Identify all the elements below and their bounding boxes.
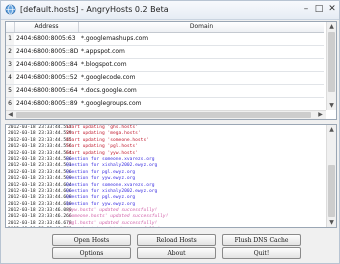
open-hosts-button[interactable]: Open Hosts: [52, 234, 131, 246]
row-address: 2404:6800:8005:63: [16, 35, 76, 42]
column-header-address[interactable]: Address: [15, 22, 79, 32]
row-index: 5: [6, 85, 14, 97]
table-header: Address Domain: [6, 22, 324, 33]
log-vertical-scrollbar[interactable]: ▲ ▼: [326, 125, 336, 227]
row-domain: *.googlecode.com: [81, 74, 136, 81]
options-button[interactable]: Options: [52, 247, 131, 259]
row-domain: *.googlegroups.com: [81, 100, 142, 107]
log-output[interactable]: 2012-03-18 23:33:44.513 Start updating 'g…: [5, 124, 337, 228]
log-timestamp: 2012-03-18 23:33:44.513: [8, 125, 72, 130]
scroll-thumb[interactable]: [328, 32, 335, 92]
scroll-thumb[interactable]: [328, 165, 335, 217]
log-timestamp: 2012-03-18 23:33:44.610: [8, 201, 72, 207]
log-timestamp: 2012-03-18 23:33:44.545: [8, 137, 72, 143]
log-timestamp: 2012-03-18 23:33:46.266: [8, 214, 72, 220]
globe-icon: [5, 4, 16, 15]
log-timestamp: 2012-03-18 23:33:44.556: [8, 144, 72, 150]
about-button[interactable]: About: [137, 247, 216, 259]
table-row[interactable]: 1 2404:6800:8005:63 *.googlemashups.com: [6, 33, 324, 46]
log-timestamp: 2012-03-18 23:33:44.591: [8, 163, 72, 169]
table-row[interactable]: 5 2404:6800:8005::64 *.docs.google.com: [6, 85, 324, 98]
window-title: [default.hosts] - AngryHosts 0.2 Beta: [20, 5, 169, 14]
close-button[interactable]: ✕: [327, 3, 337, 15]
scroll-up-icon[interactable]: ▲: [327, 22, 336, 31]
log-message: 'mega.hosts' updated successfully!: [66, 227, 160, 228]
reload-hosts-button[interactable]: Reload Hosts: [137, 234, 216, 246]
row-address: 2404:6800:8005::84: [16, 61, 78, 68]
row-index: 3: [6, 59, 14, 71]
row-domain: *.docs.google.com: [81, 87, 137, 94]
log-timestamp: 2012-03-18 23:33:44.586: [8, 156, 72, 162]
log-timestamp: 2012-03-18 23:33:44.564: [8, 150, 72, 156]
table-body: 1 2404:6800:8005:63 *.googlemashups.com 2 24…: [6, 33, 324, 119]
log-timestamp: 2012-03-18 23:33:46.678: [8, 220, 72, 226]
row-domain: *.blogspot.com: [81, 61, 127, 68]
scroll-right-icon[interactable]: ▶: [316, 111, 325, 119]
maximize-button[interactable]: □: [314, 3, 324, 15]
row-domain: *.appspot.com: [81, 48, 125, 55]
row-address: 2404:6800:8005::89: [16, 100, 78, 107]
scroll-left-icon[interactable]: ◀: [6, 111, 15, 119]
log-lines: 2012-03-18 23:33:44.513 Start updating 'g…: [8, 125, 326, 228]
flush-dns-cache-button[interactable]: Flush DNS Cache: [222, 234, 301, 246]
row-index: 2: [6, 46, 14, 58]
table-horizontal-scrollbar[interactable]: ◀ ▶: [6, 110, 326, 119]
hosts-table[interactable]: Address Domain 1 2404:6800:8005:63 *.googl…: [5, 21, 337, 120]
scroll-up-icon[interactable]: ▲: [327, 125, 336, 134]
table-row[interactable]: 3 2404:6800:8005::84 *.blogspot.com: [6, 59, 324, 72]
log-timestamp: 2012-03-18 23:33:46.780: [8, 227, 72, 228]
row-index: 1: [6, 33, 14, 45]
quit-button[interactable]: Quit!: [222, 247, 301, 259]
log-timestamp: 2012-03-18 23:33:46.080: [8, 208, 72, 214]
app-window: [default.hosts] - AngryHosts 0.2 Beta – …: [0, 0, 340, 264]
row-address: 2404:6800:8005::64: [16, 87, 78, 94]
table-vertical-scrollbar[interactable]: ▲ ▼: [326, 22, 336, 110]
row-index: 6: [6, 98, 14, 110]
table-row[interactable]: 4 2404:6800:8005::52 *.googlecode.com: [6, 72, 324, 85]
minimize-button[interactable]: –: [301, 3, 311, 15]
scroll-thumb[interactable]: [16, 112, 311, 118]
log-timestamp: 2012-03-18 23:33:44.596: [8, 169, 72, 175]
scroll-down-icon[interactable]: ▼: [327, 218, 336, 227]
log-timestamp: 2012-03-18 23:33:44.608: [8, 195, 72, 201]
title-bar[interactable]: [default.hosts] - AngryHosts 0.2 Beta – …: [1, 1, 339, 20]
log-timestamp: 2012-03-18 23:33:44.604: [8, 182, 72, 188]
row-address: 2404:6800:8005::52: [16, 74, 78, 81]
row-address: 2404:6800:8005::8D: [16, 48, 79, 55]
row-domain: *.googlemashups.com: [81, 35, 149, 42]
table-row[interactable]: 2 2404:6800:8005::8D *.appspot.com: [6, 46, 324, 59]
log-timestamp: 2012-03-18 23:33:44.599: [8, 176, 72, 182]
column-header-index[interactable]: [6, 22, 15, 32]
log-timestamp: 2012-03-18 23:33:44.606: [8, 188, 72, 194]
log-timestamp: 2012-03-18 23:33:44.529: [8, 131, 72, 137]
column-header-domain[interactable]: Domain: [79, 22, 324, 32]
log-line: 2012-03-18 23:33:46.780'mega.hosts' upda…: [8, 227, 326, 228]
row-index: 4: [6, 72, 14, 84]
scroll-down-icon[interactable]: ▼: [327, 101, 336, 110]
